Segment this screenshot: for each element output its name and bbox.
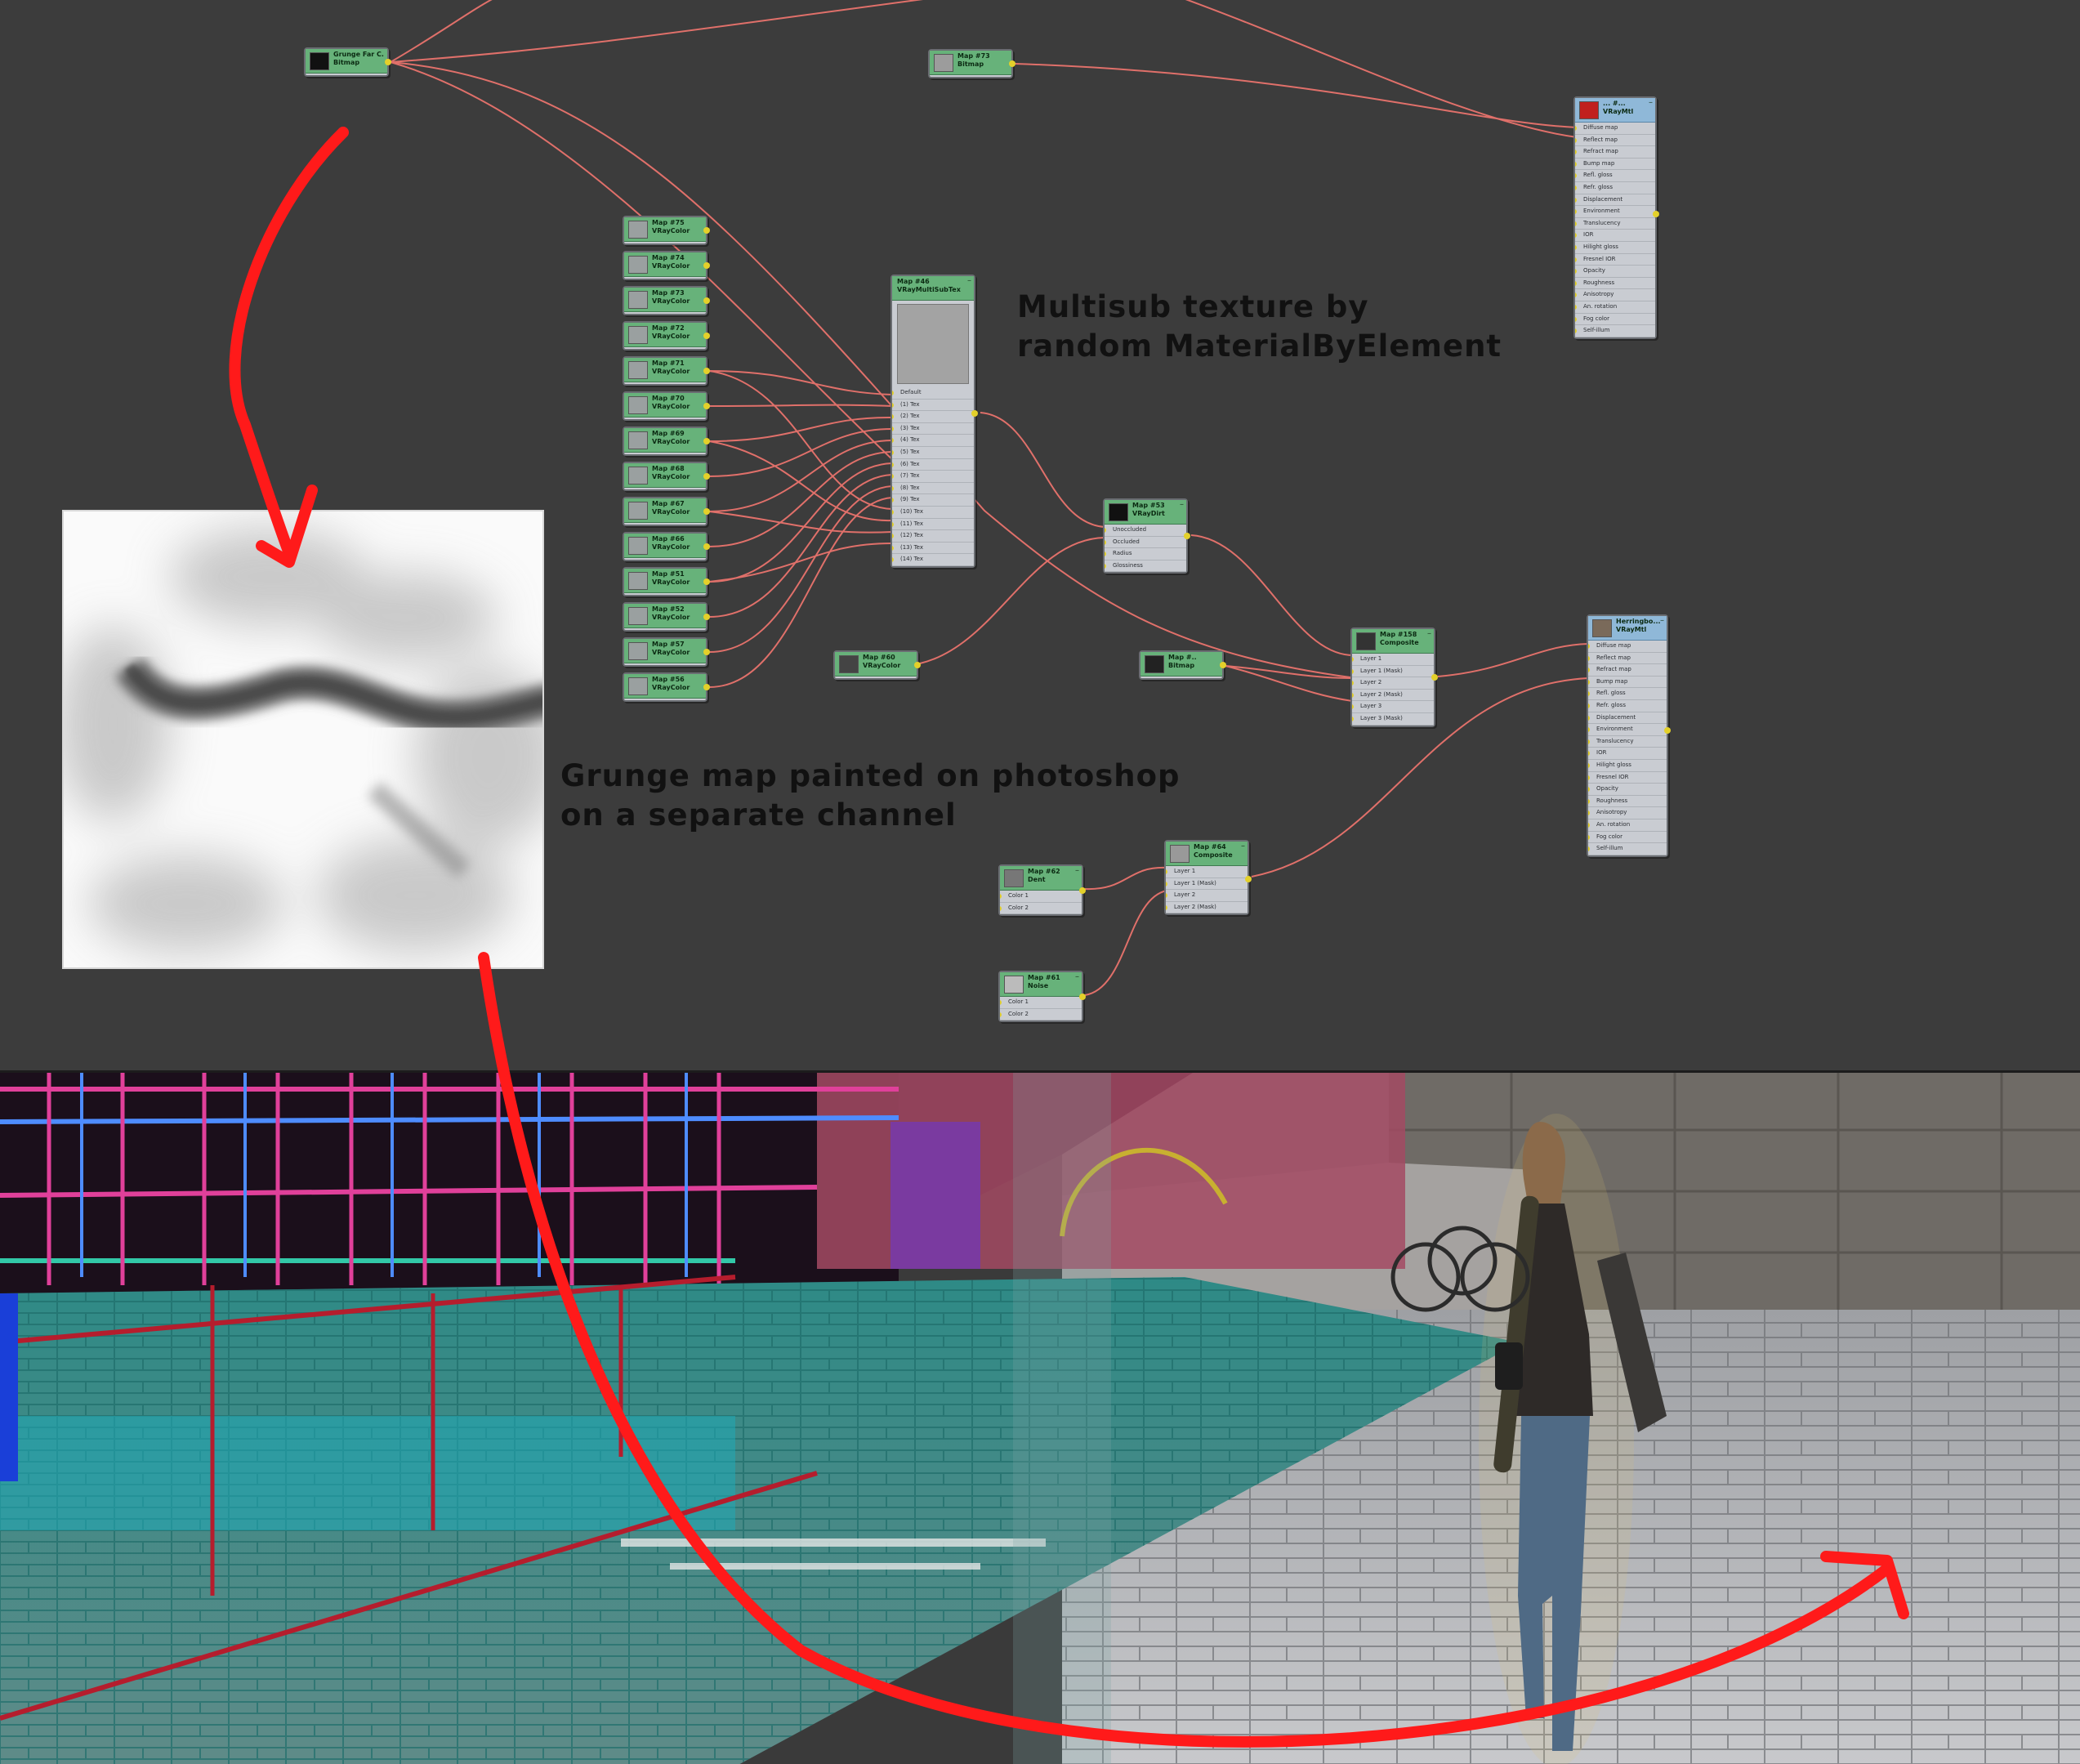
arrow-preview-to-floor: [478, 952, 1893, 1748]
arrow-grunge-to-preview: [229, 127, 349, 561]
screenshot: Grunge Far C... Bitmap Map #73 Bitmap ..…: [0, 0, 2080, 1764]
annotation-arrows: [229, 127, 1909, 1748]
